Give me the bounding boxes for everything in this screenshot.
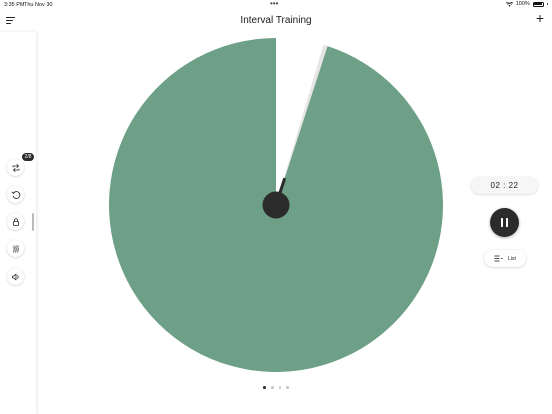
heat-button[interactable] <box>7 240 24 257</box>
pause-icon-bar <box>505 218 509 227</box>
list-button[interactable]: List <box>484 250 526 267</box>
wifi-icon <box>505 1 513 7</box>
wheel-knob[interactable] <box>262 191 290 219</box>
battery-icon <box>532 1 544 7</box>
repeat-button[interactable]: 2/8 <box>7 153 34 176</box>
lock-icon <box>12 217 19 226</box>
speaker-icon <box>11 273 19 280</box>
page-dot[interactable] <box>263 386 266 389</box>
status-right: 100% <box>505 1 548 7</box>
status-date: Thu Nov 30 <box>24 2 53 8</box>
page-dot[interactable] <box>270 386 274 389</box>
add-icon[interactable]: + <box>536 11 544 25</box>
page-dot[interactable] <box>286 386 289 389</box>
pause-button[interactable] <box>490 208 519 237</box>
repeat-icon <box>12 163 19 172</box>
timer-wheel[interactable] <box>108 37 444 373</box>
status-time: 3:35 PM <box>4 2 25 8</box>
battery-percent: 100% <box>515 1 530 7</box>
heat-waves-icon <box>12 244 19 253</box>
reset-icon <box>11 190 20 199</box>
pause-icon <box>500 218 504 227</box>
sound-button[interactable] <box>7 268 24 285</box>
battery-tip <box>546 2 548 6</box>
list-icon <box>494 255 503 262</box>
lock-button[interactable] <box>7 213 24 230</box>
page-title: Interval Training <box>240 15 312 26</box>
page-dot[interactable] <box>278 386 282 389</box>
sidebar: 2/8 <box>0 32 36 414</box>
timer-display[interactable]: 02 : 22 <box>471 177 538 194</box>
list-button-label: List <box>508 255 516 262</box>
sidebar-scroll-indicator[interactable] <box>32 213 34 231</box>
header: Interval Training + <box>0 10 552 32</box>
page-indicator[interactable] <box>0 386 552 389</box>
reset-button[interactable] <box>7 186 24 203</box>
multitasking-dots-icon[interactable]: ••• <box>270 0 278 8</box>
repeat-count-badge: 2/8 <box>22 153 34 161</box>
